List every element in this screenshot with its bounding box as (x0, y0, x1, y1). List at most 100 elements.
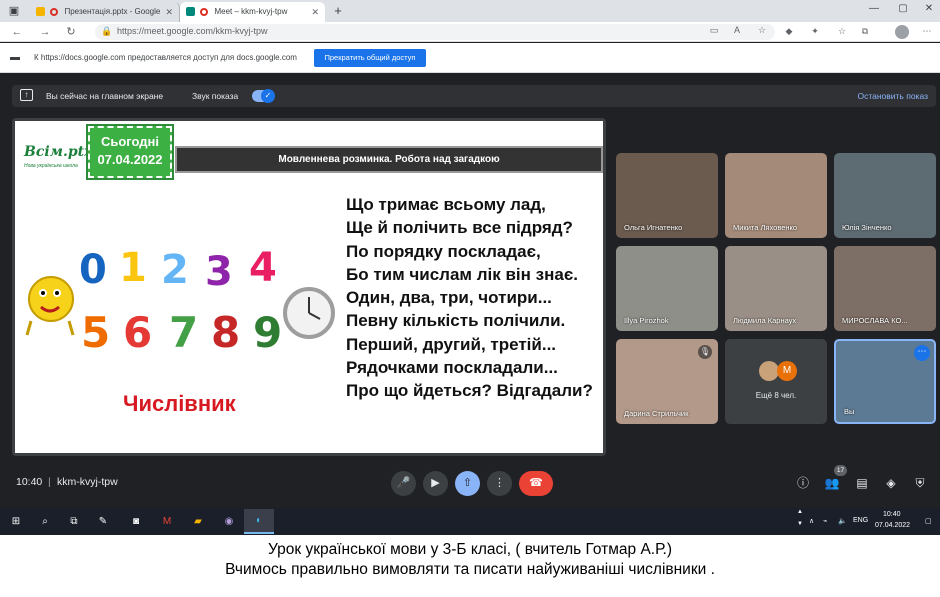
favorite-star-icon[interactable]: ☆ (755, 25, 769, 36)
date-badge: Сьогодні 07.04.2022 (86, 124, 174, 180)
viber-icon[interactable]: ◉ (221, 514, 237, 530)
url-field[interactable]: 🔒 https://meet.google.com/kkm-kvyj-tpw ▭… (95, 24, 775, 40)
clock-character (25, 276, 75, 336)
activities-icon[interactable]: ◈ (882, 474, 900, 492)
digit-7: 7 (169, 308, 198, 357)
riddle-text: Що тримає всьому лад, Ще й полічить все … (346, 193, 601, 403)
lock-icon: 🔒 (101, 26, 113, 36)
windows-start-icon[interactable]: ⊞ (8, 514, 24, 530)
caption-line-1: Урок української мови у 3-Б класі, ( вчи… (267, 541, 672, 558)
recording-icon (50, 7, 59, 16)
camera-button[interactable]: ▶ (423, 471, 448, 496)
digit-1: 1 (119, 245, 147, 291)
slide: Всім.ptx Нова українська школа Сьогодні … (15, 121, 603, 453)
people-icon[interactable]: 👥 (823, 474, 841, 492)
participant-tile[interactable]: Юлія Зінченко (834, 153, 936, 238)
pen-icon[interactable]: ✎ (95, 514, 111, 530)
digit-2: 2 (161, 247, 189, 293)
chat-icon[interactable]: ▤ (853, 474, 871, 492)
file-explorer-icon[interactable]: ▰ (190, 514, 206, 530)
slide-word: Числівник (123, 391, 236, 416)
address-bar: ← → ↻ 🔒 https://meet.google.com/kkm-kvyj… (0, 22, 940, 42)
tab-actions-icon[interactable]: ▣ (6, 3, 22, 19)
minimize-icon[interactable]: — (867, 3, 881, 14)
profile-avatar[interactable] (895, 25, 909, 39)
url-text: https://meet.google.com/kkm-kvyj-tpw (117, 26, 268, 36)
host-controls-icon[interactable]: ⛨ (911, 474, 929, 492)
collections-icon[interactable]: ⧉ (858, 26, 872, 37)
slides-favicon-icon (36, 7, 45, 17)
digit-8: 8 (211, 308, 240, 357)
participant-tile[interactable]: Людмила Карнаух (725, 246, 827, 331)
check-icon: ✓ (261, 89, 275, 103)
stop-sharing-button[interactable]: Прекратить общий доступ (314, 49, 426, 67)
digit-3: 3 (205, 249, 233, 295)
people-count-badge: 17 (834, 465, 847, 476)
more-participants-tile[interactable]: М Ещё 8 чел. (725, 339, 827, 424)
participant-tile[interactable]: Микита Ляховенко (725, 153, 827, 238)
digit-0: 0 (79, 247, 107, 293)
search-icon[interactable]: ⌕ (37, 514, 53, 530)
present-screen-icon: ↑ (20, 89, 33, 101)
participant-name: МИРОСЛАВА КО... (842, 316, 908, 325)
back-icon[interactable]: ← (10, 25, 24, 39)
stop-presenting-button[interactable]: Остановить показ (857, 91, 928, 101)
logo-main-text: Всім.ptx (24, 144, 93, 160)
close-window-icon[interactable]: ✕ (922, 3, 936, 14)
tab-presentation[interactable]: Презентація.pptx - Google ✕ (30, 2, 180, 22)
presenting-status: Вы сейчас на главном экране (46, 91, 164, 101)
participant-tile[interactable]: 🎙 Дарина Стрильчик (616, 339, 718, 424)
participant-name: Ольга Игнатенко (624, 223, 683, 232)
participant-name: Illya Pirozhok (624, 316, 669, 325)
read-aloud-icon[interactable]: A (730, 25, 744, 35)
riddle-line: Перший, другий, третій... (346, 334, 557, 354)
more-options-icon[interactable]: ⋯ (914, 345, 930, 361)
language-indicator[interactable]: ENG (853, 517, 868, 524)
meet-favicon-icon (186, 7, 195, 17)
tray-chevron-icon[interactable]: ∧ (809, 517, 814, 525)
more-options-button[interactable]: ⋮ (487, 471, 512, 496)
meeting-code: kkm-kvyj-tpw (57, 476, 118, 488)
riddle-line: Певну кількість полічили. (346, 311, 566, 331)
sound-toggle[interactable]: ✓ (252, 89, 275, 103)
present-button[interactable]: ⇧ (455, 471, 480, 496)
scroll-up-icon[interactable]: ▲ (797, 509, 803, 515)
more-menu-icon[interactable]: ⋯ (920, 26, 934, 37)
task-view-icon[interactable]: ⧉ (66, 514, 82, 530)
puzzle-icon[interactable]: ✦ (808, 26, 822, 37)
riddle-line: Ще й полічить все підряд? (346, 218, 573, 238)
riddle-line: Про що йдеться? Відгадали? (346, 381, 593, 401)
numbers-illustration: 0 1 2 3 4 5 6 7 8 9 (25, 245, 335, 357)
edge-taskbar-button[interactable]: ◐ (244, 509, 274, 534)
participant-tile[interactable]: Ольга Игнатенко (616, 153, 718, 238)
close-icon[interactable]: ✕ (165, 2, 173, 22)
sharing-notice-text: К https://docs.google.com предоставляетс… (34, 53, 297, 62)
tab-meet[interactable]: Meet – kkm-kvyj-tpw ✕ (180, 2, 325, 22)
volume-icon[interactable]: 🔈 (838, 517, 847, 525)
notifications-icon[interactable]: ▢ (925, 517, 932, 525)
info-icon[interactable]: ⓘ (794, 474, 812, 492)
microphone-button[interactable]: 🎤 (391, 471, 416, 496)
logo-sub-text: Нова українська школа (24, 163, 78, 169)
scroll-down-icon[interactable]: ▼ (797, 521, 803, 527)
mail-icon[interactable]: M (159, 514, 175, 530)
participant-name: Микита Ляховенко (733, 223, 798, 232)
close-icon[interactable]: ✕ (311, 2, 319, 22)
participant-tile[interactable]: МИРОСЛАВА КО... (834, 246, 936, 331)
riddle-line: Що тримає всьому лад, (346, 195, 546, 214)
participant-tile[interactable]: Illya Pirozhok (616, 246, 718, 331)
new-tab-button[interactable]: + (330, 3, 346, 19)
school-logo: Всім.ptx Нова українська школа (21, 141, 95, 177)
network-icon[interactable]: ⌁ (823, 517, 827, 525)
extension-icon[interactable]: ◆ (782, 26, 796, 37)
leave-call-button[interactable]: ☎ (519, 471, 553, 496)
favorites-icon[interactable]: ☆ (835, 26, 849, 37)
taskbar-date[interactable]: 07.04.2022 (875, 522, 910, 529)
forward-icon[interactable]: → (38, 25, 52, 39)
maximize-icon[interactable]: ▢ (896, 3, 910, 14)
taskbar-time[interactable]: 10:40 (883, 511, 901, 518)
chat-app-icon[interactable]: ◙ (128, 514, 144, 530)
camera-icon[interactable]: ▭ (707, 25, 721, 36)
self-tile[interactable]: ⋯ Вы (834, 339, 936, 424)
reload-icon[interactable]: ↻ (64, 25, 78, 39)
